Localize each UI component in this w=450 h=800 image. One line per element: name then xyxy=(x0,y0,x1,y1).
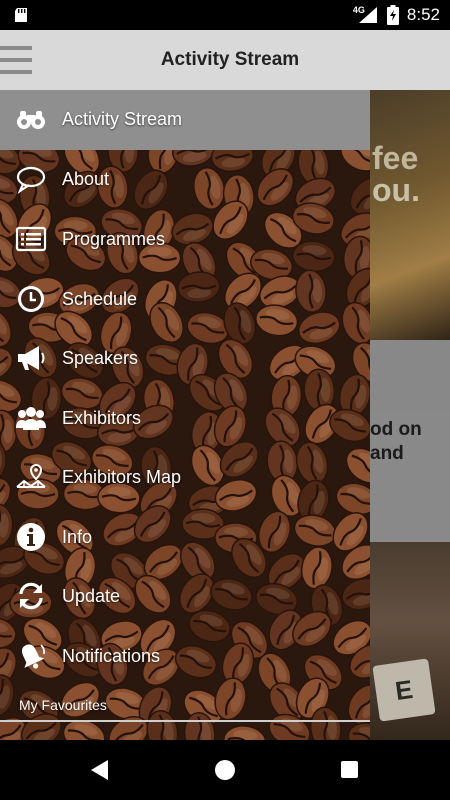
drawer-item-activity-stream[interactable]: Activity Stream xyxy=(0,90,370,149)
drawer-item-label: Exhibitors Map xyxy=(62,467,182,487)
sd-card-icon xyxy=(15,8,27,22)
drawer-item-notifications[interactable]: Notifications xyxy=(0,627,370,686)
drawer-item-label: Notifications xyxy=(62,646,161,666)
cell-signal-icon: 4G xyxy=(353,5,379,24)
back-button[interactable] xyxy=(91,760,108,780)
drawer-item-label: About xyxy=(62,169,110,189)
drawer-item-label: Info xyxy=(62,527,93,547)
speech-bubble-icon xyxy=(16,166,46,194)
refresh-icon xyxy=(19,582,43,610)
clock: 8:52 xyxy=(406,5,440,24)
drawer-item-schedule[interactable]: Schedule xyxy=(0,270,370,329)
drawer-item-programmes[interactable]: Programmes xyxy=(0,210,370,269)
drawer-item-info[interactable]: Info xyxy=(0,508,370,567)
system-nav-bar xyxy=(0,740,450,800)
drawer-item-label: Schedule xyxy=(62,289,138,309)
section-header-favourites: My Favourites xyxy=(19,697,107,713)
drawer-item-speakers[interactable]: Speakers xyxy=(0,329,370,388)
scrim[interactable] xyxy=(370,90,450,740)
drawer-item-label: Update xyxy=(62,586,121,606)
drawer-item-label: Programmes xyxy=(62,229,166,249)
recent-apps-button[interactable] xyxy=(341,761,358,778)
group-icon xyxy=(16,407,46,430)
network-type: 4G xyxy=(352,5,365,15)
activity-stream-content: fee ou. od on and E xyxy=(370,90,450,740)
home-button[interactable] xyxy=(215,760,235,780)
status-bar: 4G 8:52 xyxy=(0,0,450,30)
navigation-drawer: Activity Stream About Programmes Schedul… xyxy=(0,90,370,740)
bell-icon xyxy=(21,644,46,669)
drawer-item-update[interactable]: Update xyxy=(0,567,370,626)
megaphone-icon xyxy=(18,346,45,370)
list-icon xyxy=(15,226,47,252)
map-icon xyxy=(16,463,46,488)
drawer-item-exhibitors-map[interactable]: Exhibitors Map xyxy=(0,448,370,507)
clock-icon xyxy=(18,286,44,312)
app-bar: Activity Stream xyxy=(0,30,450,90)
binoculars-icon xyxy=(17,111,45,129)
battery-icon xyxy=(386,5,399,25)
drawer-item-label: Speakers xyxy=(62,348,139,368)
info-icon xyxy=(17,523,45,551)
drawer-item-about[interactable]: About xyxy=(0,150,370,209)
section-divider xyxy=(0,720,370,722)
drawer-item-label: Activity Stream xyxy=(62,109,183,129)
drawer-item-exhibitors[interactable]: Exhibitors xyxy=(0,389,370,448)
drawer-item-label: Exhibitors xyxy=(62,408,142,428)
page-title: Activity Stream xyxy=(160,49,300,70)
